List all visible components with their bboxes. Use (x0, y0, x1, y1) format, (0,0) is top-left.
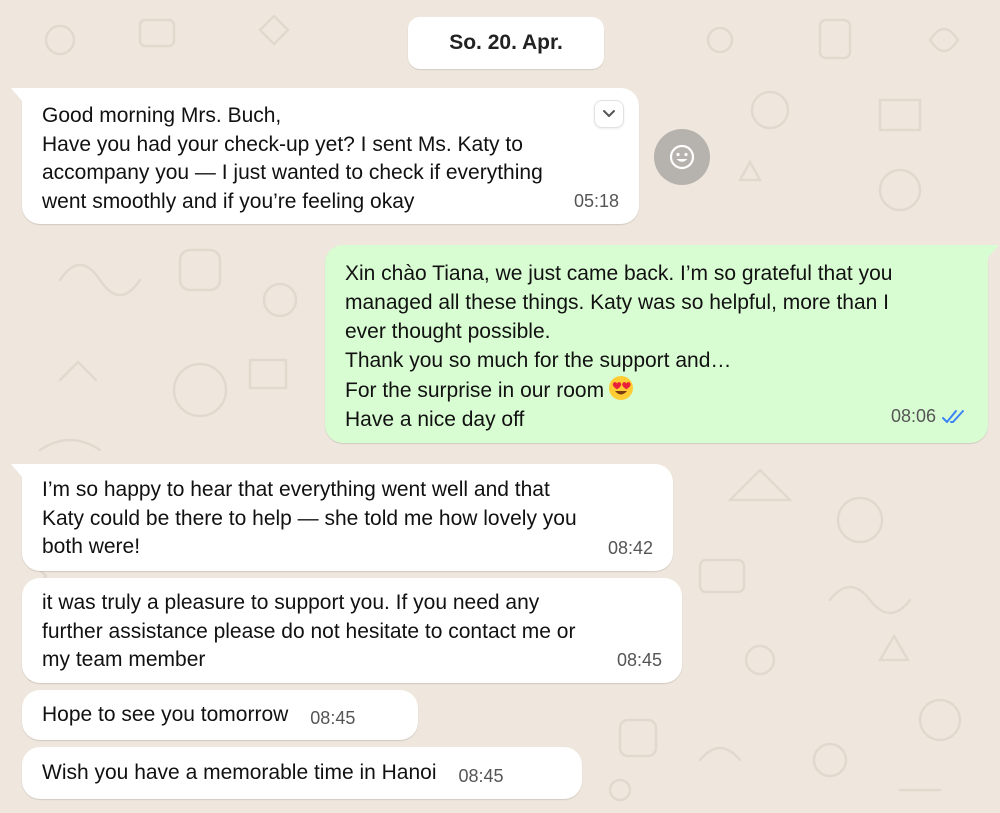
message-time-label: 08:45 (458, 765, 504, 786)
message-bubble-incoming[interactable]: Wish you have a memorable time in Hanoi … (22, 747, 582, 799)
message-time: 08:45 (459, 762, 504, 791)
message-bubble-incoming[interactable]: Hope to see you tomorrow 08:45 (22, 690, 418, 740)
message-text: accompany you — I just wanted to check i… (42, 161, 543, 184)
message-bubble-outgoing[interactable]: Xin chào Tiana, we just came back. I’m s… (325, 245, 999, 443)
message-text: my team member (42, 648, 206, 671)
message-text: further assistance please do not hesitat… (42, 619, 576, 643)
message-text: ever thought possible. (345, 320, 551, 343)
message-time-label: 05:18 (573, 190, 619, 211)
message-bubble-incoming[interactable]: it was truly a pleasure to support you. … (22, 578, 682, 683)
double-check-icon (942, 409, 964, 423)
message-text: it was truly a pleasure to support you. … (42, 591, 540, 614)
message-menu-button[interactable] (594, 100, 624, 128)
message-text: both were! (42, 535, 141, 558)
message-time: 08:42 (608, 534, 653, 563)
message-text: Thank you so much for the support and… (345, 349, 732, 372)
chevron-down-icon (603, 110, 615, 117)
message-text: Katy could be there to help — she told m… (42, 506, 577, 530)
emoji-reaction-icon (669, 144, 695, 170)
message-text: Have a nice day off (345, 408, 525, 431)
message-bubble-incoming[interactable]: Good morning Mrs. Buch, Have you had you… (11, 88, 639, 224)
message-time: 08:45 (617, 646, 662, 675)
message-text: Have you had your check-up yet? I sent M… (42, 132, 523, 156)
message-text: For the surprise in our room (345, 379, 605, 402)
message-text: managed all these things. Katy was so he… (345, 291, 889, 314)
message-text: Xin chào Tiana, we just came back. I’m s… (345, 262, 893, 285)
message-text: went smoothly and if you’re feeling okay (42, 189, 415, 213)
message-text: Wish you have a memorable time in Hanoi (42, 760, 437, 784)
message-text: Good morning Mrs. Buch, (42, 104, 282, 127)
message-time: 05:18 (574, 187, 619, 216)
message-bubble-incoming[interactable]: I’m so happy to hear that everything wen… (11, 464, 673, 571)
message-time-label: 08:45 (616, 649, 662, 670)
chat-panel: So. 20. Apr. Good morning Mrs. Buch, Hav… (0, 0, 1000, 813)
message-time-label: 08:45 (310, 707, 356, 728)
date-chip-label: So. 20. Apr. (449, 31, 563, 54)
message-text-line-with-emoji: For the surprise in our room (345, 375, 968, 405)
reaction-button[interactable] (654, 129, 710, 185)
message-time: 08:45 (310, 704, 355, 733)
message-time-label: 08:42 (607, 537, 653, 558)
heart-eyes-emoji-icon (609, 376, 634, 400)
date-chip: So. 20. Apr. (408, 17, 604, 69)
message-time-label: 08:06 (890, 406, 936, 426)
message-text: Hope to see you tomorrow (42, 702, 289, 726)
message-time: 08:06 (891, 402, 968, 431)
message-text: I’m so happy to hear that everything wen… (42, 478, 550, 501)
